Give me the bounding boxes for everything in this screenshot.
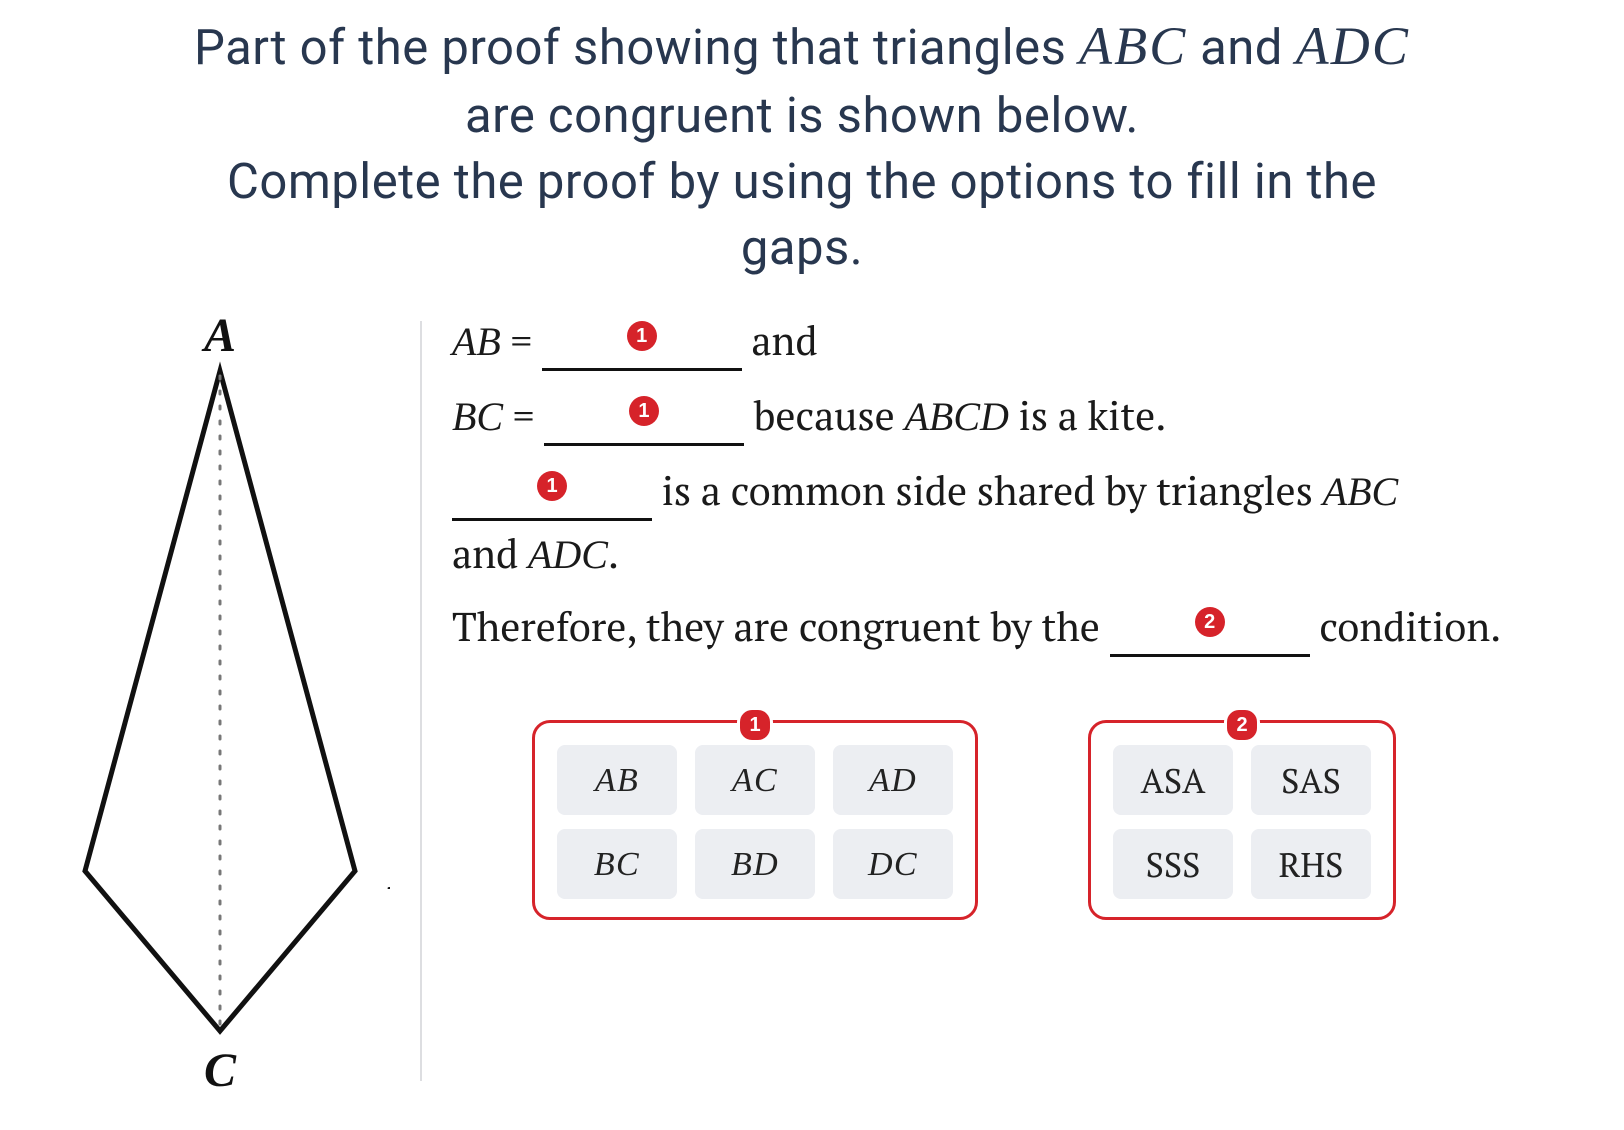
badge-2-icon: 2 xyxy=(1195,607,1225,637)
prompt-line-3: Complete the proof by using the options … xyxy=(227,153,1377,210)
option-ad[interactable]: AD xyxy=(833,745,953,815)
vertex-label-b: B xyxy=(387,847,390,900)
proof-text: AB = 1 and BC = 1 because ABCD is a kite… xyxy=(452,311,1604,920)
group-2-badge: 2 xyxy=(1224,707,1260,743)
badge-1-icon: 1 xyxy=(629,396,659,426)
option-dc[interactable]: DC xyxy=(833,829,953,899)
prompt-triangle-2: ADC xyxy=(1296,16,1410,76)
vertex-label-a: A xyxy=(201,311,236,362)
badge-1-icon: 1 xyxy=(537,471,567,501)
stmt3-tri2: ADC xyxy=(528,532,608,577)
stmt3-and: and xyxy=(452,527,528,580)
gap-4[interactable]: 2 xyxy=(1110,594,1310,657)
option-sss[interactable]: SSS xyxy=(1113,829,1233,899)
divider xyxy=(420,321,422,1081)
prompt-triangle-1: ABC xyxy=(1079,16,1187,76)
option-bd[interactable]: BD xyxy=(695,829,815,899)
stmt2-kite: ABCD xyxy=(905,394,1009,439)
vertex-label-c: C xyxy=(204,1044,237,1091)
stmt3-tri1: ABC xyxy=(1323,469,1399,514)
question-prompt: Part of the proof showing that triangles… xyxy=(15,10,1589,281)
option-rhs[interactable]: RHS xyxy=(1251,829,1371,899)
gap-3[interactable]: 1 xyxy=(452,458,652,521)
option-group-1: 1 AB AC AD BC BD DC xyxy=(532,720,978,920)
gap-1[interactable]: 1 xyxy=(542,308,742,371)
stmt3-a: is a common side shared by triangles xyxy=(652,464,1323,517)
stmt1-lhs: AB xyxy=(452,319,501,364)
prompt-line-2: are congruent is shown below. xyxy=(465,87,1139,144)
option-ac[interactable]: AC xyxy=(695,745,815,815)
option-sas[interactable]: SAS xyxy=(1251,745,1371,815)
option-group-2: 2 ASA SAS SSS RHS xyxy=(1088,720,1396,920)
stmt4-b: condition. xyxy=(1310,600,1502,653)
prompt-text-and: and xyxy=(1187,19,1295,76)
stmt2-because: because xyxy=(744,389,905,442)
badge-1-icon: 1 xyxy=(627,321,657,351)
stmt1-tail: and xyxy=(742,314,818,367)
stmt4-a: Therefore, they are congruent by the xyxy=(452,600,1110,653)
gap-2[interactable]: 1 xyxy=(544,383,744,446)
option-groups: 1 AB AC AD BC BD DC 2 ASA SAS SSS RHS xyxy=(532,720,1604,920)
option-asa[interactable]: ASA xyxy=(1113,745,1233,815)
option-ab[interactable]: AB xyxy=(557,745,677,815)
group-1-badge: 1 xyxy=(737,707,773,743)
stmt2-tail: is a kite. xyxy=(1009,389,1167,442)
kite-figure: A B C D xyxy=(70,311,390,1091)
prompt-line-4: gaps. xyxy=(741,219,863,276)
prompt-text-1: Part of the proof showing that triangles xyxy=(194,19,1079,76)
stmt2-lhs: BC xyxy=(452,394,503,439)
option-bc[interactable]: BC xyxy=(557,829,677,899)
